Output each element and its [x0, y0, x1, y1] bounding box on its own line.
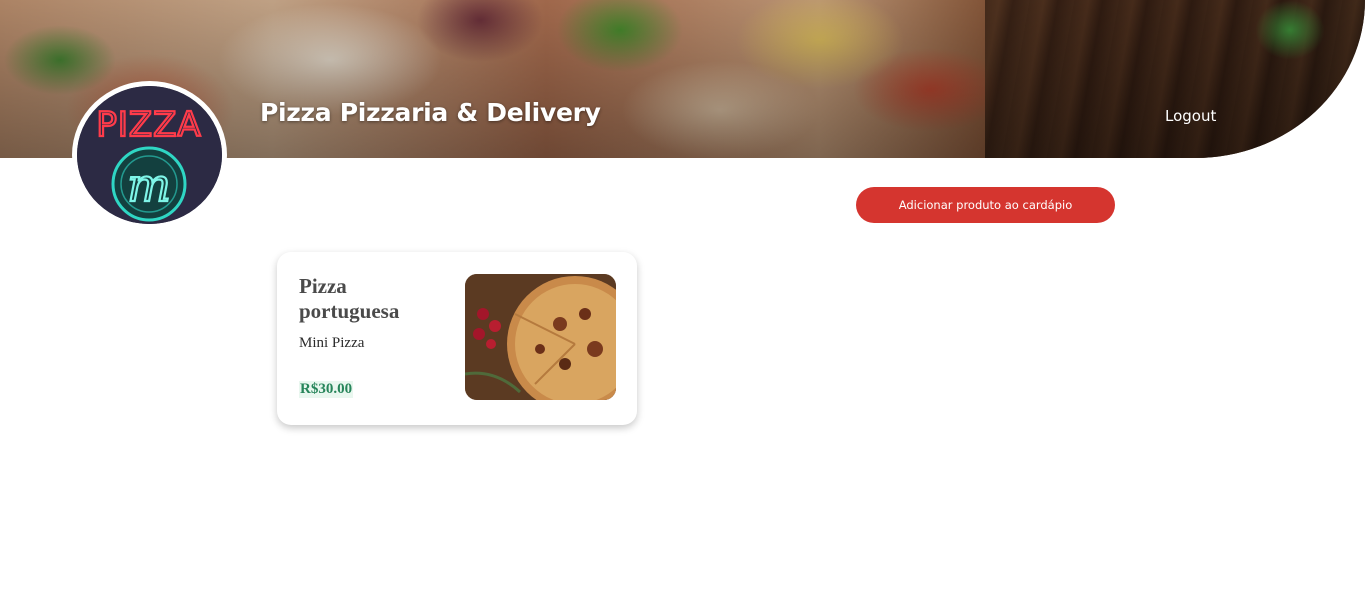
- logo-monogram: m: [127, 158, 171, 212]
- page-title: Pizza Pizzaria & Delivery: [260, 98, 601, 127]
- store-logo-avatar: PIZZA m: [72, 81, 227, 229]
- logo-text: PIZZA: [96, 105, 201, 145]
- pizza-photo-icon: [465, 274, 616, 400]
- product-image: [465, 274, 616, 400]
- product-price: R$30.00: [299, 381, 354, 398]
- header-leaf-decoration: [1255, 0, 1325, 60]
- product-card[interactable]: Pizza portuguesa Mini Pizza R$30.00: [277, 252, 637, 425]
- product-name: Pizza portuguesa: [299, 274, 400, 323]
- logout-link[interactable]: Logout: [1165, 107, 1216, 125]
- product-description: Mini Pizza: [299, 335, 365, 351]
- add-product-button[interactable]: Adicionar produto ao cardápio: [856, 187, 1115, 223]
- pizza-neon-logo-icon: PIZZA m: [77, 86, 222, 224]
- header-wood-texture: [985, 0, 1365, 158]
